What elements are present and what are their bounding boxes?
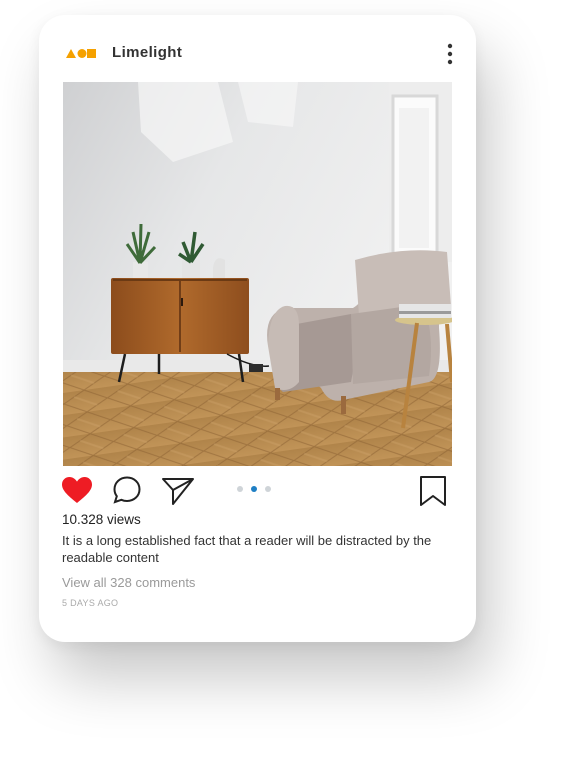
post-caption: It is a long established fact that a rea…	[62, 533, 432, 565]
brand-logo-icon	[66, 49, 96, 58]
stage: Limelight 10.328 views It is a long esta…	[0, 0, 577, 766]
carousel-dot-2[interactable]	[251, 486, 257, 492]
post-card: Limelight 10.328 views It is a long esta…	[39, 15, 476, 642]
comment-bubble-icon[interactable]	[112, 475, 142, 505]
post-timestamp: 5 DAYS AGO	[62, 598, 119, 608]
carousel-indicator	[235, 486, 275, 494]
carousel-dot-3[interactable]	[265, 486, 271, 492]
carousel-dot-1[interactable]	[237, 486, 243, 492]
post-photo	[63, 82, 452, 466]
more-vertical-icon[interactable]	[442, 43, 458, 65]
bookmark-icon[interactable]	[419, 475, 447, 507]
username[interactable]: Limelight	[112, 44, 182, 61]
view-count: 10.328 views	[62, 512, 141, 527]
post-header: Limelight	[39, 15, 476, 81]
heart-filled-icon[interactable]	[61, 476, 93, 504]
action-bar	[39, 473, 476, 509]
paper-plane-icon[interactable]	[161, 476, 195, 506]
view-comments-link[interactable]: View all 328 comments	[62, 575, 195, 590]
